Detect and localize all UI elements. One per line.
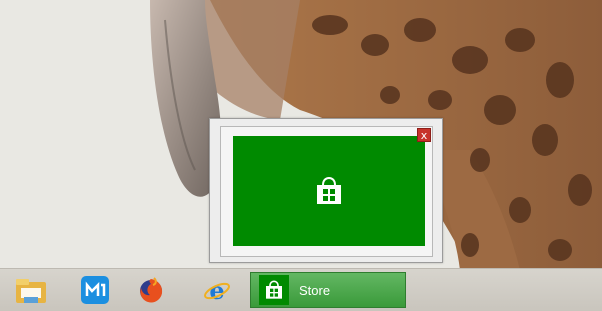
- taskbar-internet-explorer-button[interactable]: e: [194, 272, 240, 308]
- taskbar-maxthon-button[interactable]: [72, 272, 118, 308]
- firefox-icon: [140, 277, 163, 303]
- taskbar-thumbnail-preview[interactable]: x: [209, 118, 443, 263]
- internet-explorer-icon: e: [204, 276, 230, 305]
- taskbar-store-label: Store: [299, 282, 331, 298]
- file-explorer-icon: [16, 279, 46, 303]
- maxthon-browser-icon: [81, 276, 109, 304]
- close-preview-button[interactable]: x: [417, 128, 431, 142]
- svg-text:e: e: [209, 276, 224, 305]
- store-app-preview[interactable]: [233, 136, 425, 246]
- taskbar-store-button[interactable]: Store: [250, 272, 406, 308]
- thumbnail-frame: [220, 126, 433, 257]
- store-tile: [259, 275, 289, 305]
- taskbar: e Store: [0, 268, 602, 311]
- taskbar-file-explorer-button[interactable]: [8, 272, 54, 308]
- taskbar-firefox-button[interactable]: [128, 272, 174, 308]
- store-bag-icon: [317, 176, 341, 204]
- store-bag-icon: [266, 280, 282, 299]
